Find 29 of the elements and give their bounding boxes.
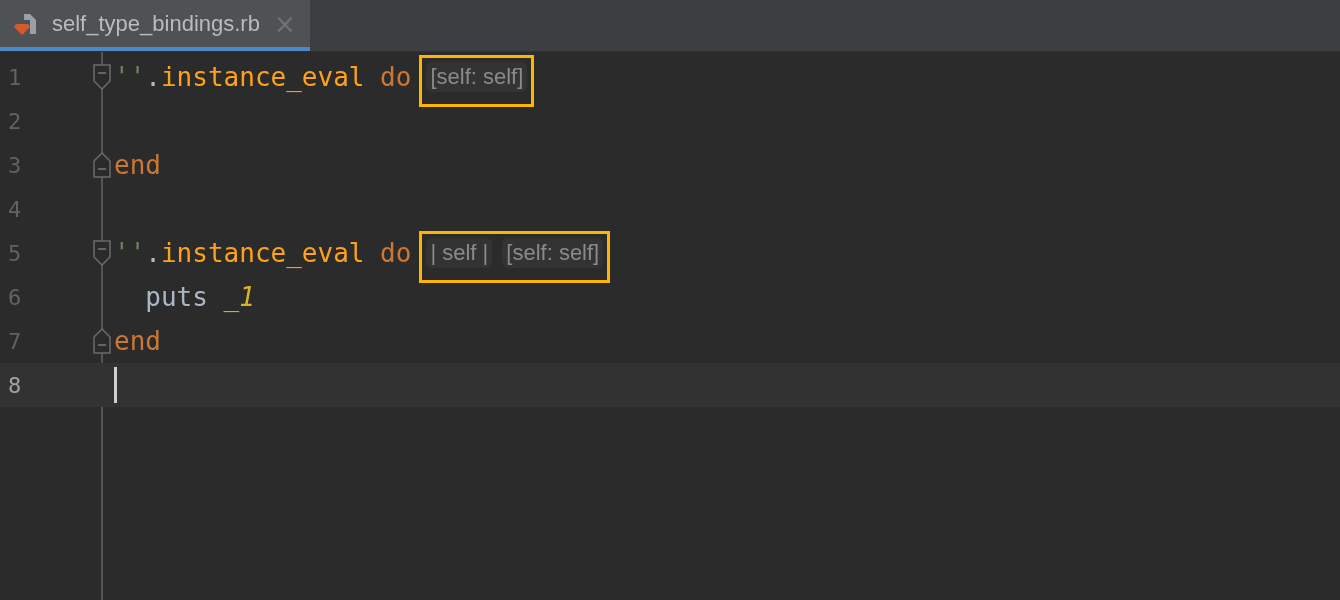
method-call: .instance_eval bbox=[145, 238, 365, 268]
inlay-hint[interactable]: [self: self] bbox=[426, 62, 528, 92]
line-number: 3 bbox=[7, 152, 23, 178]
fold-icon[interactable] bbox=[93, 64, 111, 90]
method-call: .instance_eval bbox=[145, 62, 365, 92]
line-number: 8 bbox=[7, 372, 23, 398]
line-number: 5 bbox=[7, 240, 23, 266]
string-literal: '' bbox=[114, 238, 146, 268]
identifier: puts bbox=[145, 282, 208, 312]
text-caret bbox=[114, 367, 117, 403]
keyword: do bbox=[380, 238, 412, 268]
numbered-parameter: _1 bbox=[223, 282, 255, 312]
fold-icon[interactable] bbox=[93, 240, 111, 266]
keyword: end bbox=[114, 326, 161, 356]
fold-icon[interactable] bbox=[93, 152, 111, 178]
line-number: 1 bbox=[7, 64, 23, 90]
keyword: do bbox=[380, 62, 412, 92]
keyword: end bbox=[114, 150, 161, 180]
ruby-file-icon bbox=[14, 11, 38, 36]
line-number: 2 bbox=[7, 108, 23, 134]
string-literal: '' bbox=[114, 62, 146, 92]
line-number: 4 bbox=[7, 196, 23, 222]
line-number: 6 bbox=[7, 284, 23, 310]
line-number: 7 bbox=[7, 328, 23, 354]
file-tab[interactable]: self_type_bindings.rb × bbox=[0, 0, 310, 51]
tab-title: self_type_bindings.rb bbox=[52, 10, 260, 37]
inlay-hint[interactable]: [self: self] bbox=[502, 238, 604, 268]
inlay-hint[interactable]: | self | bbox=[426, 238, 493, 268]
fold-icon[interactable] bbox=[93, 328, 111, 354]
